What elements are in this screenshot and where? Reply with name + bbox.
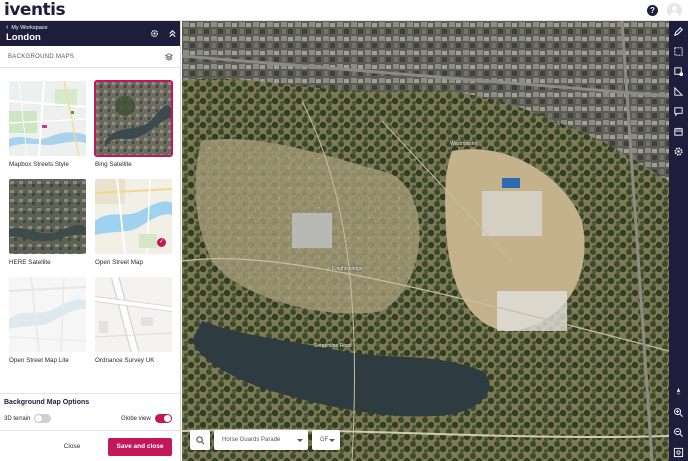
map-option-bing-satellite[interactable]: Bing Satellite: [94, 80, 173, 168]
polygon-edit-icon[interactable]: [673, 66, 684, 77]
help-icon[interactable]: ?: [647, 5, 658, 16]
map-thumbnail-selected: [94, 80, 173, 157]
globe-view-toggle[interactable]: [154, 414, 172, 423]
chevron-left-icon: ‹: [6, 24, 9, 31]
map-thumbnail: [9, 179, 86, 254]
pencil-icon[interactable]: [673, 26, 684, 37]
level-select[interactable]: GF: [312, 430, 340, 450]
map-thumbnail: [95, 277, 172, 352]
map-option-label: Open Street Map Lite: [9, 357, 69, 364]
map-option-label: Bing Satellite: [95, 161, 132, 168]
search-icon: [195, 435, 204, 444]
calendar-icon[interactable]: [673, 126, 684, 137]
panel-header: ‹ My Workspace London: [0, 21, 180, 46]
globe-view-option: Globe view: [121, 414, 172, 423]
map-search-bar: Horse Guards Parade GF: [190, 430, 340, 450]
level-select-value: GF: [320, 437, 329, 443]
map-label-westminster: Westminster: [450, 141, 478, 147]
map-option-label: Mapbox Streets Style: [9, 161, 69, 168]
map-thumbnail: ✓: [95, 179, 172, 254]
settings-icon[interactable]: [673, 146, 684, 157]
globe-view-label: Globe view: [121, 415, 151, 422]
map-tools-toolbar: [669, 21, 688, 461]
search-button[interactable]: [190, 430, 210, 450]
map-option-label: HERE Satellite: [9, 259, 51, 266]
zoom-in-icon[interactable]: [673, 407, 684, 418]
satellite-imagery: [182, 21, 669, 461]
map-option-open-street-map-lite[interactable]: Open Street Map Lite: [9, 277, 86, 364]
location-select-value: Horse Guards Parade: [222, 437, 281, 443]
map-option-label: Open Street Map: [95, 259, 143, 266]
map-canvas[interactable]: Westminster Knightsbridge Serpentine Roa…: [182, 21, 669, 461]
terrain-option: 3D terrain: [4, 414, 52, 423]
save-and-close-button[interactable]: Save and close: [108, 438, 172, 456]
map-option-mapbox-streets[interactable]: Mapbox Streets Style: [9, 81, 86, 168]
chevron-down-icon: [297, 438, 303, 442]
back-to-workspace-link[interactable]: ‹ My Workspace: [6, 24, 48, 31]
user-avatar[interactable]: [667, 3, 682, 18]
chevron-down-icon: [329, 438, 335, 442]
section-title: BACKGROUND MAPS: [8, 53, 75, 60]
map-label-road: Serpentine Road: [314, 343, 352, 349]
panel-footer: Close Save and close: [0, 430, 180, 461]
map-option-label: Ordnance Survey UK: [95, 357, 155, 364]
background-maps-panel: ‹ My Workspace London BACKGROUND MAPS Ma…: [0, 21, 181, 461]
map-label-road: Knightsbridge: [332, 266, 363, 272]
map-option-here-satellite[interactable]: HERE Satellite: [9, 179, 86, 266]
compass-icon[interactable]: [673, 386, 684, 397]
project-title: London: [6, 32, 41, 43]
options-title: Background Map Options: [4, 399, 90, 406]
top-bar: iventis ?: [0, 0, 688, 21]
background-map-options: Background Map Options 3D terrain Globe …: [0, 393, 180, 423]
location-select[interactable]: Horse Guards Parade: [214, 430, 308, 450]
logo-text: iventis: [4, 0, 66, 20]
map-option-ordnance-survey[interactable]: Ordnance Survey UK: [95, 277, 172, 364]
map-option-open-street-map[interactable]: ✓ Open Street Map: [95, 179, 172, 266]
fit-to-screen-icon[interactable]: [673, 447, 684, 458]
select-area-icon[interactable]: [673, 46, 684, 57]
app-logo[interactable]: iventis: [4, 0, 66, 20]
layers-icon: [165, 52, 173, 61]
background-maps-header: BACKGROUND MAPS: [0, 46, 180, 68]
comment-icon[interactable]: [673, 106, 684, 117]
close-button[interactable]: Close: [52, 439, 92, 455]
zoom-out-icon[interactable]: [673, 427, 684, 438]
map-thumbnail: [9, 81, 86, 156]
gear-icon[interactable]: [150, 29, 159, 38]
back-link-label: My Workspace: [11, 24, 48, 31]
map-thumbnail: [9, 277, 86, 352]
terrain-label: 3D terrain: [4, 415, 31, 422]
collapse-icon[interactable]: [168, 29, 177, 38]
checkmark-icon: ✓: [157, 238, 166, 247]
terrain-toggle[interactable]: [34, 414, 52, 423]
app-root: iventis ? ‹ My Workspace London BACKGROU…: [0, 0, 688, 461]
measure-icon[interactable]: [673, 86, 684, 97]
